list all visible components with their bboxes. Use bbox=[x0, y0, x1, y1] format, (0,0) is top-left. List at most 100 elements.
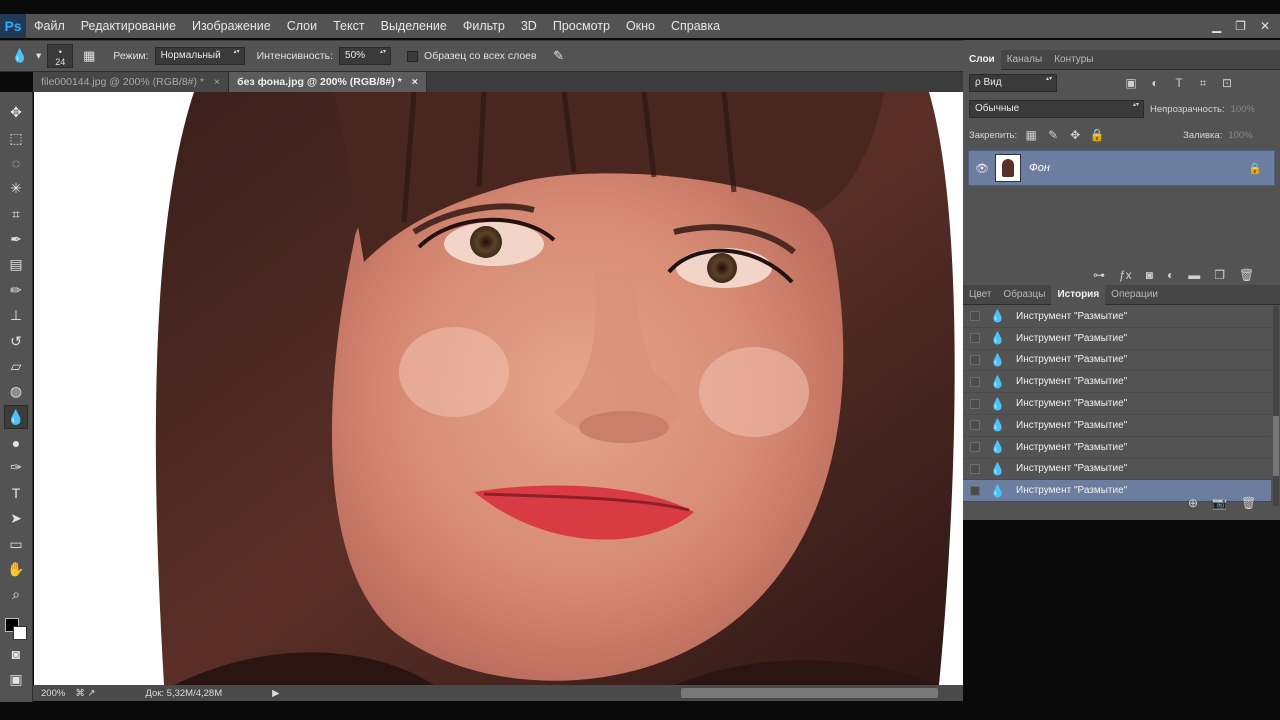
tab-layers[interactable]: Слои bbox=[963, 49, 1001, 70]
history-item[interactable]: 💧 Инструмент "Размытие" bbox=[963, 437, 1271, 459]
add-mask-icon[interactable]: ◙ bbox=[1146, 268, 1153, 282]
menu-layers[interactable]: Слои bbox=[279, 14, 325, 38]
fill-value[interactable]: 100% bbox=[1228, 130, 1252, 141]
history-brush-source-checkbox[interactable] bbox=[970, 463, 980, 474]
filter-shape-icon[interactable]: ⌗ bbox=[1195, 76, 1211, 91]
tab-history[interactable]: История bbox=[1051, 284, 1106, 305]
eye-icon[interactable]: 👁 bbox=[969, 162, 995, 175]
document-canvas[interactable] bbox=[34, 92, 963, 685]
lock-all-icon[interactable]: 🔒 bbox=[1089, 128, 1105, 142]
new-group-icon[interactable]: ▬ bbox=[1188, 268, 1200, 282]
lock-position-icon[interactable]: ✥ bbox=[1067, 128, 1083, 142]
history-brush-source-checkbox[interactable] bbox=[970, 398, 980, 409]
zoom-level[interactable]: 200% bbox=[41, 688, 65, 699]
blur-tool-preset-icon[interactable]: 💧 bbox=[10, 46, 30, 66]
adjustment-layer-icon[interactable]: ◐ bbox=[1167, 268, 1174, 282]
history-item[interactable]: 💧 Инструмент "Размытие" bbox=[963, 415, 1271, 437]
filter-pixel-icon[interactable]: ▣ bbox=[1123, 76, 1139, 91]
history-brush-source-checkbox[interactable] bbox=[970, 376, 980, 387]
lasso-tool-icon[interactable]: ◌ bbox=[4, 151, 28, 175]
tab-close-icon[interactable]: × bbox=[214, 72, 220, 92]
horizontal-scrollbar-thumb[interactable] bbox=[681, 688, 938, 698]
screen-mode-icon[interactable]: ▣ bbox=[4, 668, 28, 692]
blur-tool-icon[interactable]: 💧 bbox=[4, 405, 28, 430]
new-layer-icon[interactable]: ❐ bbox=[1214, 268, 1225, 282]
menu-select[interactable]: Выделение bbox=[373, 14, 455, 38]
menu-window[interactable]: Окно bbox=[618, 14, 663, 38]
menu-edit[interactable]: Редактирование bbox=[73, 14, 184, 38]
quick-mask-icon[interactable]: ◙ bbox=[4, 642, 28, 666]
minimize-button[interactable]: ▁ bbox=[1212, 19, 1221, 33]
healing-brush-tool-icon[interactable]: ▤ bbox=[4, 253, 28, 277]
crop-tool-icon[interactable]: ⌗ bbox=[4, 202, 28, 226]
eraser-tool-icon[interactable]: ▱ bbox=[4, 354, 28, 378]
history-brush-source-checkbox[interactable] bbox=[970, 333, 980, 344]
pressure-icon[interactable]: ✎ bbox=[549, 46, 569, 66]
tab-file000144[interactable]: file000144.jpg @ 200% (RGB/8#) * × bbox=[33, 72, 230, 92]
filter-adjust-icon[interactable]: ◐ bbox=[1147, 76, 1163, 91]
tab-channels[interactable]: Каналы bbox=[1001, 50, 1049, 70]
doc-size[interactable]: Док: 5,32M/4,28M bbox=[145, 688, 222, 699]
mode-select[interactable]: Нормальный bbox=[154, 47, 245, 65]
tab-actions[interactable]: Операции bbox=[1105, 285, 1164, 305]
move-tool-icon[interactable]: ✥ bbox=[4, 101, 28, 125]
history-item[interactable]: 💧 Инструмент "Размытие" bbox=[963, 371, 1271, 394]
brush-panel-toggle-icon[interactable]: ▦ bbox=[79, 46, 99, 66]
tab-close-icon[interactable]: × bbox=[412, 72, 418, 92]
dodge-tool-icon[interactable]: ● bbox=[4, 431, 28, 455]
new-snapshot-icon[interactable]: 📷 bbox=[1212, 496, 1227, 510]
tab-bez-fona[interactable]: без фона.jpg @ 200% (RGB/8#) * × bbox=[229, 72, 427, 92]
new-document-from-state-icon[interactable]: ⊕ bbox=[1188, 496, 1198, 510]
lock-pixels-icon[interactable]: ✎ bbox=[1045, 128, 1061, 142]
layer-row-background[interactable]: 👁 Фон 🔒 bbox=[968, 150, 1275, 186]
marquee-tool-icon[interactable]: ⬚ bbox=[4, 126, 28, 150]
tab-paths[interactable]: Контуры bbox=[1048, 50, 1099, 70]
preset-dropdown-arrow[interactable]: ▾ bbox=[36, 50, 41, 62]
brush-size-picker[interactable]: • 24 bbox=[47, 44, 74, 68]
rectangle-tool-icon[interactable]: ▭ bbox=[4, 532, 28, 556]
menu-image[interactable]: Изображение bbox=[184, 14, 279, 38]
history-item[interactable]: 💧 Инструмент "Размытие" bbox=[963, 306, 1271, 328]
filter-type-icon[interactable]: T bbox=[1171, 76, 1187, 91]
sample-all-layers-checkbox[interactable] bbox=[407, 50, 419, 62]
status-menu-arrow-icon[interactable]: ▶ bbox=[272, 688, 279, 699]
delete-layer-icon[interactable]: 🗑 bbox=[1239, 268, 1254, 282]
fx-icon[interactable]: ƒx bbox=[1119, 268, 1132, 282]
tab-swatches[interactable]: Образцы bbox=[997, 285, 1051, 305]
menu-file[interactable]: Файл bbox=[26, 14, 73, 38]
history-item[interactable]: 💧 Инструмент "Размытие" bbox=[963, 350, 1271, 372]
layer-filter-select[interactable]: ρ Вид bbox=[969, 74, 1057, 92]
filter-smart-icon[interactable]: ⊡ bbox=[1219, 76, 1235, 91]
type-tool-icon[interactable]: T bbox=[4, 481, 28, 505]
zoom-tool-icon[interactable]: ⌕ bbox=[4, 583, 28, 607]
close-button[interactable]: ✕ bbox=[1260, 19, 1270, 33]
delete-state-icon[interactable]: 🗑 bbox=[1241, 496, 1256, 510]
clone-stamp-tool-icon[interactable]: ⊥ bbox=[4, 304, 28, 328]
blend-mode-select[interactable]: Обычные bbox=[969, 100, 1144, 118]
lock-transparency-icon[interactable]: ▦ bbox=[1023, 128, 1039, 142]
paint-bucket-tool-icon[interactable]: ◍ bbox=[4, 380, 28, 404]
history-brush-source-checkbox[interactable] bbox=[970, 442, 980, 453]
opacity-value[interactable]: 100% bbox=[1231, 104, 1255, 115]
intensity-select[interactable]: 50% bbox=[339, 47, 392, 65]
history-brush-source-checkbox[interactable] bbox=[970, 354, 980, 365]
history-brush-source-checkbox[interactable] bbox=[970, 485, 980, 496]
menu-type[interactable]: Текст bbox=[325, 14, 372, 38]
history-item[interactable]: 💧 Инструмент "Размытие" bbox=[963, 459, 1271, 481]
pen-tool-icon[interactable]: ✑ bbox=[4, 456, 28, 480]
history-item[interactable]: 💧 Инструмент "Размытие" bbox=[963, 393, 1271, 415]
magic-wand-tool-icon[interactable]: ✳ bbox=[4, 177, 28, 201]
history-brush-source-checkbox[interactable] bbox=[970, 311, 980, 322]
background-color-swatch[interactable] bbox=[13, 625, 27, 640]
history-item[interactable]: 💧 Инструмент "Размытие" bbox=[963, 328, 1271, 350]
menu-filter[interactable]: Фильтр bbox=[455, 14, 513, 38]
brush-tool-icon[interactable]: ✏ bbox=[4, 278, 28, 302]
eyedropper-tool-icon[interactable]: ✒ bbox=[4, 228, 28, 252]
history-brush-source-checkbox[interactable] bbox=[970, 420, 980, 431]
menu-help[interactable]: Справка bbox=[663, 14, 728, 38]
tab-color[interactable]: Цвет bbox=[963, 285, 997, 305]
hand-tool-icon[interactable]: ✋ bbox=[4, 557, 28, 581]
history-brush-tool-icon[interactable]: ↺ bbox=[4, 329, 28, 353]
restore-button[interactable]: ❐ bbox=[1235, 19, 1246, 33]
path-selection-tool-icon[interactable]: ➤ bbox=[4, 507, 28, 531]
